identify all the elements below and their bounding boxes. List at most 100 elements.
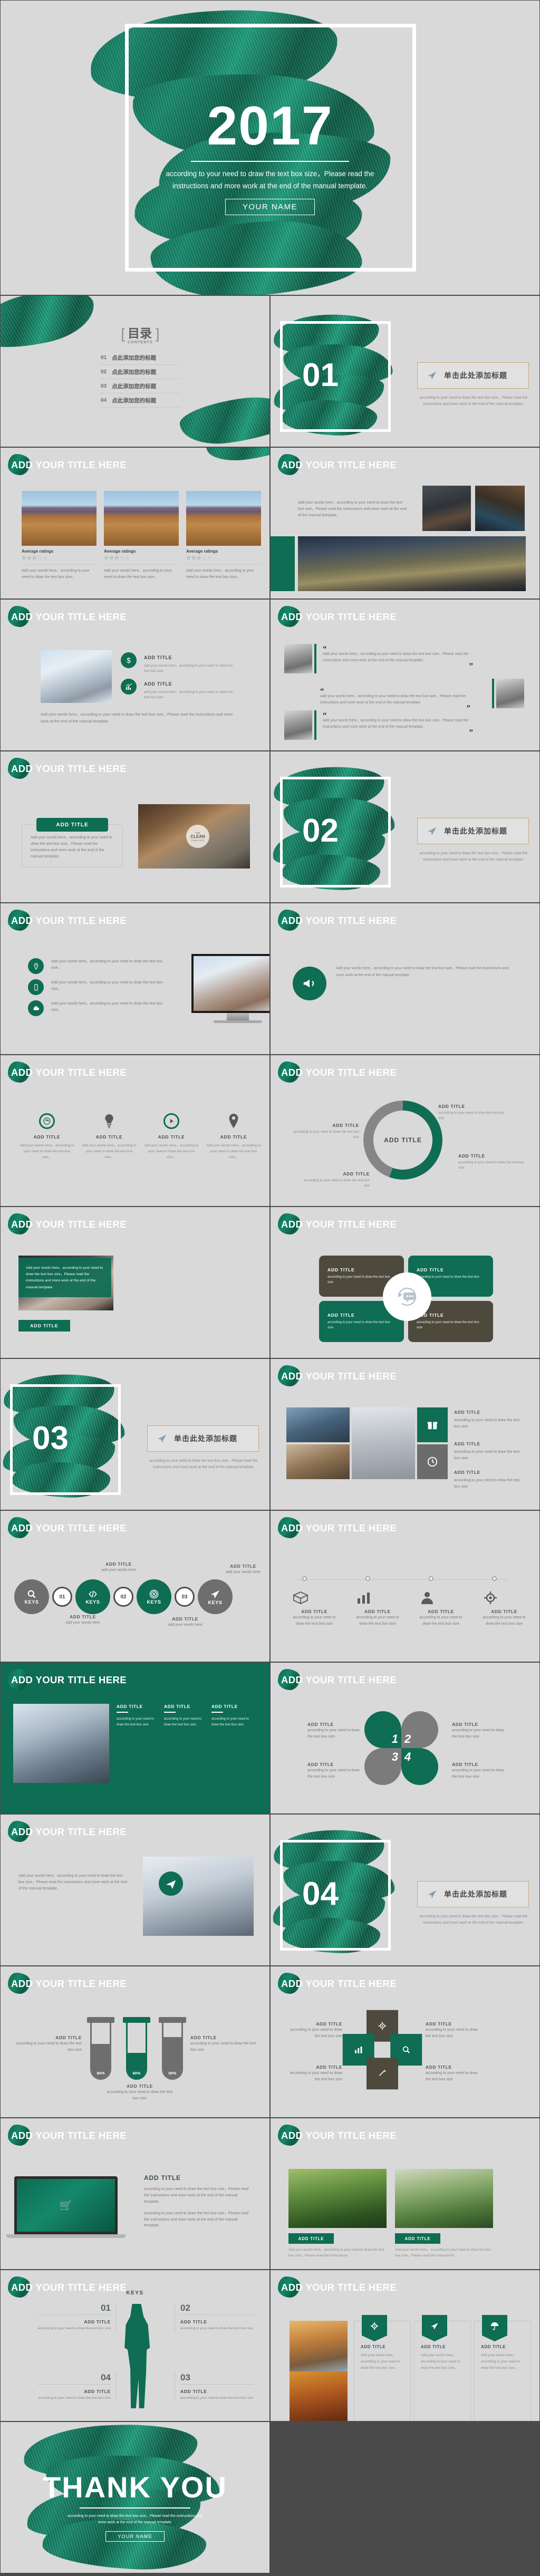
section-title-box[interactable]: 单击此处添加标题 (417, 818, 529, 844)
divider (22, 564, 97, 565)
donut-label-title: ADD TITLE (458, 1153, 485, 1159)
slide-header: ADD YOUR TITLE HERE (278, 1213, 397, 1234)
bullet-item[interactable]: Add your words here，according to your ne… (28, 979, 165, 995)
process-node[interactable]: KEYS (75, 1579, 110, 1614)
toc-item[interactable]: 03 点此添加您的标题 (101, 379, 180, 393)
gallery-row: Average ratings ☆☆☆☆☆ Add your words her… (22, 491, 261, 580)
label-body: according to your need to draw the text … (426, 2070, 478, 2081)
flower-label: ADD TITLE according to your need to draw… (307, 1762, 365, 1780)
nature-card[interactable]: ADD TITLE Add your words here，according … (288, 2169, 387, 2259)
globe-icon (18, 1112, 75, 1130)
photo[interactable] (290, 2371, 348, 2421)
icon-column[interactable]: ADD TITLE Add your words here，according … (143, 1112, 200, 1161)
gallery-card[interactable]: Average ratings ☆☆☆☆☆ Add your words her… (104, 491, 179, 580)
panel-column[interactable]: ADD TITLE according to your need to draw… (164, 1704, 206, 1728)
quad-title: ADD TITLE (417, 1267, 444, 1272)
section-title-box[interactable]: 单击此处添加标题 (147, 1425, 259, 1452)
divider (186, 564, 261, 565)
toc-item[interactable]: 02 点此添加您的标题 (101, 365, 180, 379)
section-title-box[interactable]: 单击此处添加标题 (417, 1881, 529, 1907)
flower-petal[interactable]: 3 (364, 1748, 401, 1785)
card-title-button[interactable]: ADD TITLE (36, 818, 108, 832)
icon-column[interactable]: ADD TITLE Add your words here，according … (81, 1112, 138, 1161)
nature-button[interactable]: ADD TITLE (395, 2233, 440, 2244)
box-process-item[interactable]: ADD TITLE according to your need to draw… (481, 1590, 527, 1627)
photo[interactable] (143, 1857, 254, 1936)
icon-column[interactable]: ADD TITLE Add your words here，according … (205, 1112, 262, 1161)
test-tube[interactable]: 60% (123, 2017, 150, 2080)
flower-petal[interactable]: 2 (401, 1711, 438, 1748)
photo[interactable] (13, 1704, 109, 1783)
test-tube[interactable]: 80% (87, 2017, 114, 2080)
play-icon (143, 1112, 200, 1130)
badge-bot: TEMPLATE (191, 838, 205, 842)
photo-tile[interactable] (352, 1407, 415, 1479)
flower-diagram: 1 2 3 4 (364, 1711, 438, 1785)
gallery-card[interactable]: Average ratings ☆☆☆☆☆ Add your words her… (22, 491, 97, 580)
nature-button[interactable]: ADD TITLE (288, 2233, 334, 2244)
pen-icon[interactable] (367, 2058, 398, 2090)
panel-column[interactable]: ADD TITLE according to your need to draw… (211, 1704, 254, 1728)
slide-contents: [ 目录 CONTENTS ] 01 点此添加您的标题 02 点此添加您的标题 … (0, 295, 270, 447)
slide-laptop: ADD YOUR TITLE HERE 🛒 ADD TITLE accordin… (0, 2118, 270, 2270)
box-process-item[interactable]: ADD TITLE according to your need to draw… (355, 1590, 400, 1627)
icon-list-title: ADD TITLE (144, 655, 172, 660)
donut-label-title: ADD TITLE (343, 1171, 370, 1176)
tube-percent: 80% (92, 2043, 110, 2078)
process-node[interactable]: KEYS (137, 1579, 171, 1614)
photo-tile[interactable] (286, 1407, 350, 1442)
umbrella-icon (482, 2315, 507, 2341)
ribbon-card[interactable]: ADD TITLE Add your words here，according … (414, 2315, 471, 2421)
box-process-item[interactable]: ADD TITLE according to your need to draw… (418, 1590, 464, 1627)
page-title: ADD YOUR TITLE HERE (281, 611, 397, 622)
connector-dot (492, 1576, 497, 1581)
toc-item[interactable]: 04 点此添加您的标题 (101, 393, 180, 408)
tube-percent: 60% (128, 2052, 146, 2078)
section-title-box[interactable]: 单击此处添加标题 (417, 362, 529, 389)
label-title: ADD TITLE (307, 1722, 334, 1727)
cart-icon: 🛒 (17, 2179, 115, 2232)
thankyou-name-button[interactable]: YOUR NAME (105, 2531, 165, 2542)
flower-label: ADD TITLE according to your need to draw… (452, 1762, 510, 1780)
slide-add-title-card: ADD YOUR TITLE HERE Add your words here，… (0, 751, 270, 903)
photo-wide[interactable] (298, 536, 526, 591)
divider (104, 564, 179, 565)
ribbon-card[interactable]: ADD TITLE Add your words here，according … (474, 2315, 531, 2421)
quad-title: ADD TITLE (327, 1313, 355, 1318)
icon-body: Add your words here，according to your ne… (206, 1144, 261, 1160)
slide-section-02: 02 单击此处添加标题 according to your need to dr… (270, 751, 540, 903)
tube-body: 60% (126, 2023, 147, 2080)
photo-thumb[interactable] (475, 486, 525, 531)
icon-list-item[interactable]: ADD TITLE add your words here，according … (121, 679, 234, 700)
nature-card[interactable]: ADD TITLE Add your words here，according … (395, 2169, 493, 2259)
panel-button[interactable]: ADD TITLE (18, 1320, 70, 1332)
photo-thumb[interactable] (422, 486, 471, 531)
step-body: add your words here (168, 1622, 202, 1627)
photo[interactable] (290, 2321, 348, 2371)
flower-petal[interactable]: 1 (364, 1711, 401, 1748)
slide-ribbon-cards: ADD YOUR TITLE HERE ADD TITLE Add your w… (270, 2270, 540, 2421)
flower-petal[interactable]: 4 (401, 1748, 438, 1785)
box-body: according to your need to draw the text … (293, 1615, 336, 1626)
bracket-left: [ (121, 326, 125, 342)
panel-column[interactable]: ADD TITLE according to your need to draw… (117, 1704, 159, 1728)
icon-column[interactable]: ADD TITLE Add your words here，according … (18, 1112, 75, 1161)
cover-name-button[interactable]: YOUR NAME (225, 198, 315, 215)
laptop-body-2: according to your need to draw the text … (144, 2210, 249, 2228)
bullet-item[interactable]: Add your words here，according to your ne… (28, 1000, 165, 1016)
photo-tile[interactable] (286, 1444, 350, 1479)
icon-list-item[interactable]: $ ADD TITLE add your words here，accordin… (121, 652, 234, 674)
box-process-item[interactable]: ADD TITLE according to your need to draw… (292, 1590, 337, 1627)
desk-photo[interactable] (41, 650, 112, 703)
toc-item[interactable]: 01 点此添加您的标题 (101, 351, 180, 365)
section-number: 01 (302, 357, 339, 393)
process-node[interactable]: KEYS (14, 1579, 49, 1614)
donut-label-title: ADD TITLE (332, 1123, 359, 1128)
process-node[interactable]: KEYS (198, 1579, 233, 1614)
bullet-item[interactable]: Add your words here，according to your ne… (28, 958, 165, 974)
gallery-card[interactable]: Average ratings ☆☆☆☆☆ Add your words her… (186, 491, 261, 580)
tube-title: ADD TITLE (190, 2035, 217, 2040)
slide-keyboard-panel: ADD YOUR TITLE HERE Add your words here，… (0, 1207, 270, 1358)
ribbon-card[interactable]: ADD TITLE Add your words here，according … (354, 2315, 411, 2421)
test-tube[interactable]: 90% (159, 2017, 186, 2080)
